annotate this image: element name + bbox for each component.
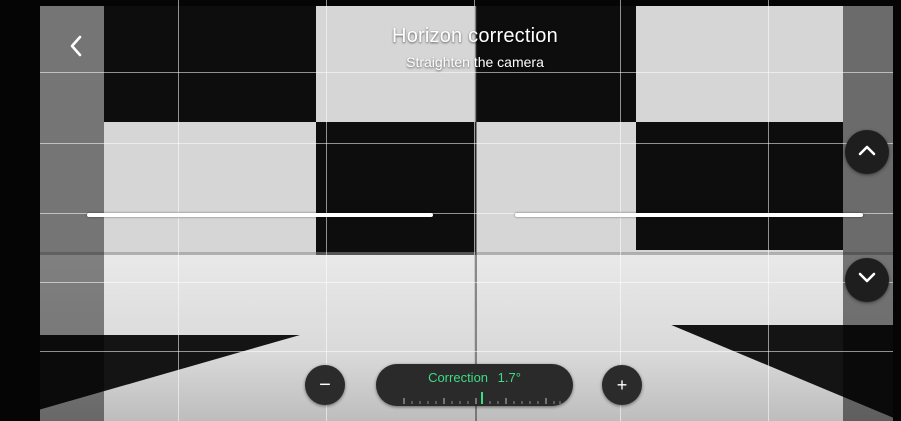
grid-line (40, 72, 893, 73)
horizon-line-right (515, 213, 863, 217)
correction-ruler (403, 392, 561, 404)
minus-icon: − (319, 374, 331, 396)
page-title: Horizon correction (392, 25, 558, 47)
tilt-up-button[interactable] (845, 130, 889, 174)
correction-label: Correction (428, 370, 489, 385)
correction-slider[interactable]: Correction 1.7° (376, 364, 573, 406)
grid-line (40, 282, 893, 283)
horizon-correction-screen: Horizon correction Straighten the camera… (0, 0, 901, 421)
page-subtitle: Straighten the camera (406, 54, 544, 70)
chevron-up-icon (857, 143, 877, 162)
screen-edge-top (0, 0, 901, 6)
chevron-down-icon (857, 271, 877, 290)
correction-readout: Correction 1.7° (376, 370, 573, 385)
plus-icon: + (616, 375, 628, 395)
checker-square (636, 122, 843, 250)
decrease-correction-button[interactable]: − (305, 365, 345, 405)
correction-value: 1.7° (497, 370, 521, 385)
increase-correction-button[interactable]: + (602, 365, 642, 405)
tilt-down-button[interactable] (845, 258, 889, 302)
grid-line (40, 143, 893, 144)
horizon-line-left (87, 213, 433, 217)
grid-line (40, 351, 893, 352)
